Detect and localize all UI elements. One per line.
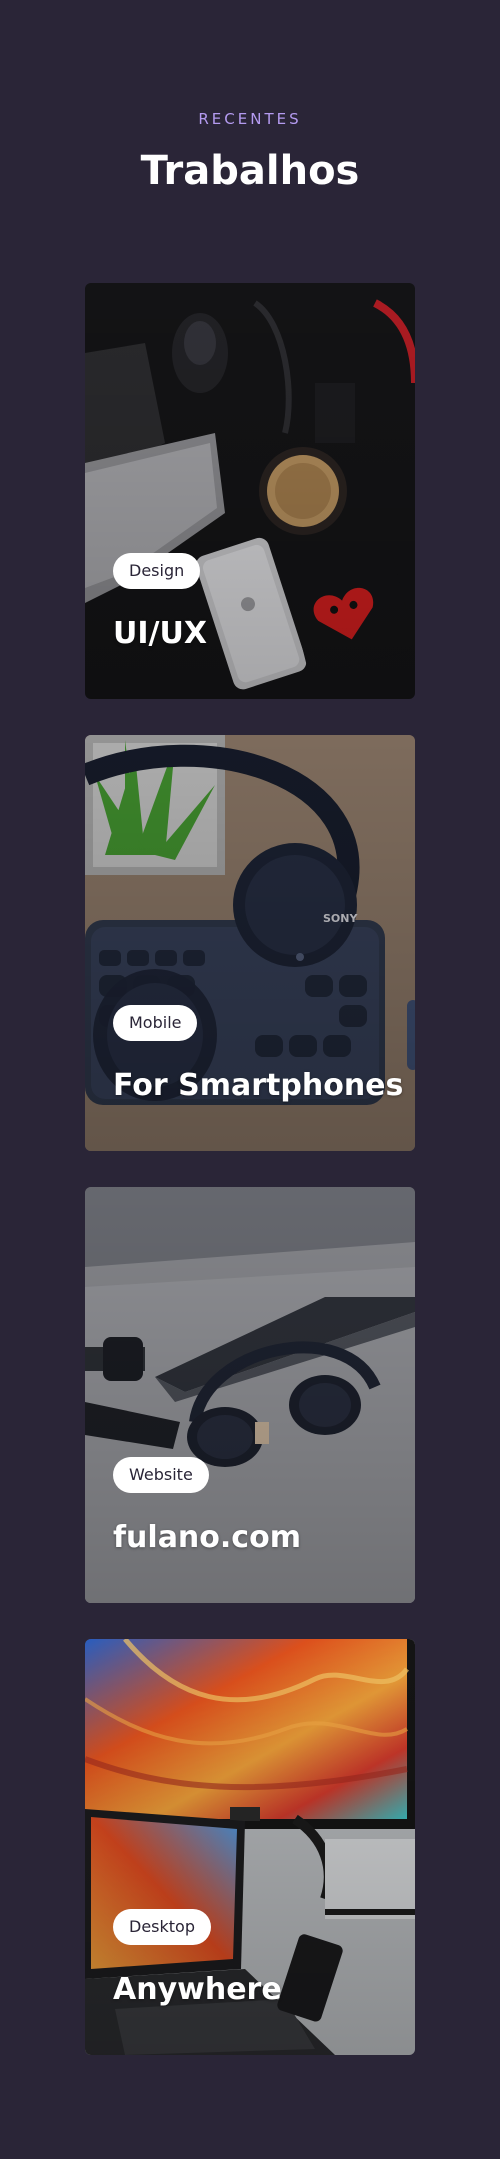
card-tag: Desktop <box>113 1909 211 1945</box>
card-tag: Design <box>113 553 201 589</box>
card-title: fulano.com <box>113 1520 301 1555</box>
work-card-uiux[interactable]: Design UI/UX <box>85 283 415 699</box>
work-card-mobile[interactable]: SONY Mobile For Smartphones <box>85 735 415 1151</box>
card-title: UI/UX <box>113 616 207 651</box>
section-eyebrow: RECENTES <box>198 110 302 128</box>
card-tag: Website <box>113 1457 209 1493</box>
section-title: Trabalhos <box>140 148 360 194</box>
work-card-desktop[interactable]: Desktop Anywhere <box>85 1639 415 2055</box>
card-title: Anywhere <box>113 1972 282 2007</box>
card-tag: Mobile <box>113 1005 198 1041</box>
card-title: For Smartphones <box>113 1068 404 1103</box>
work-card-website[interactable]: Website fulano.com <box>85 1187 415 1603</box>
